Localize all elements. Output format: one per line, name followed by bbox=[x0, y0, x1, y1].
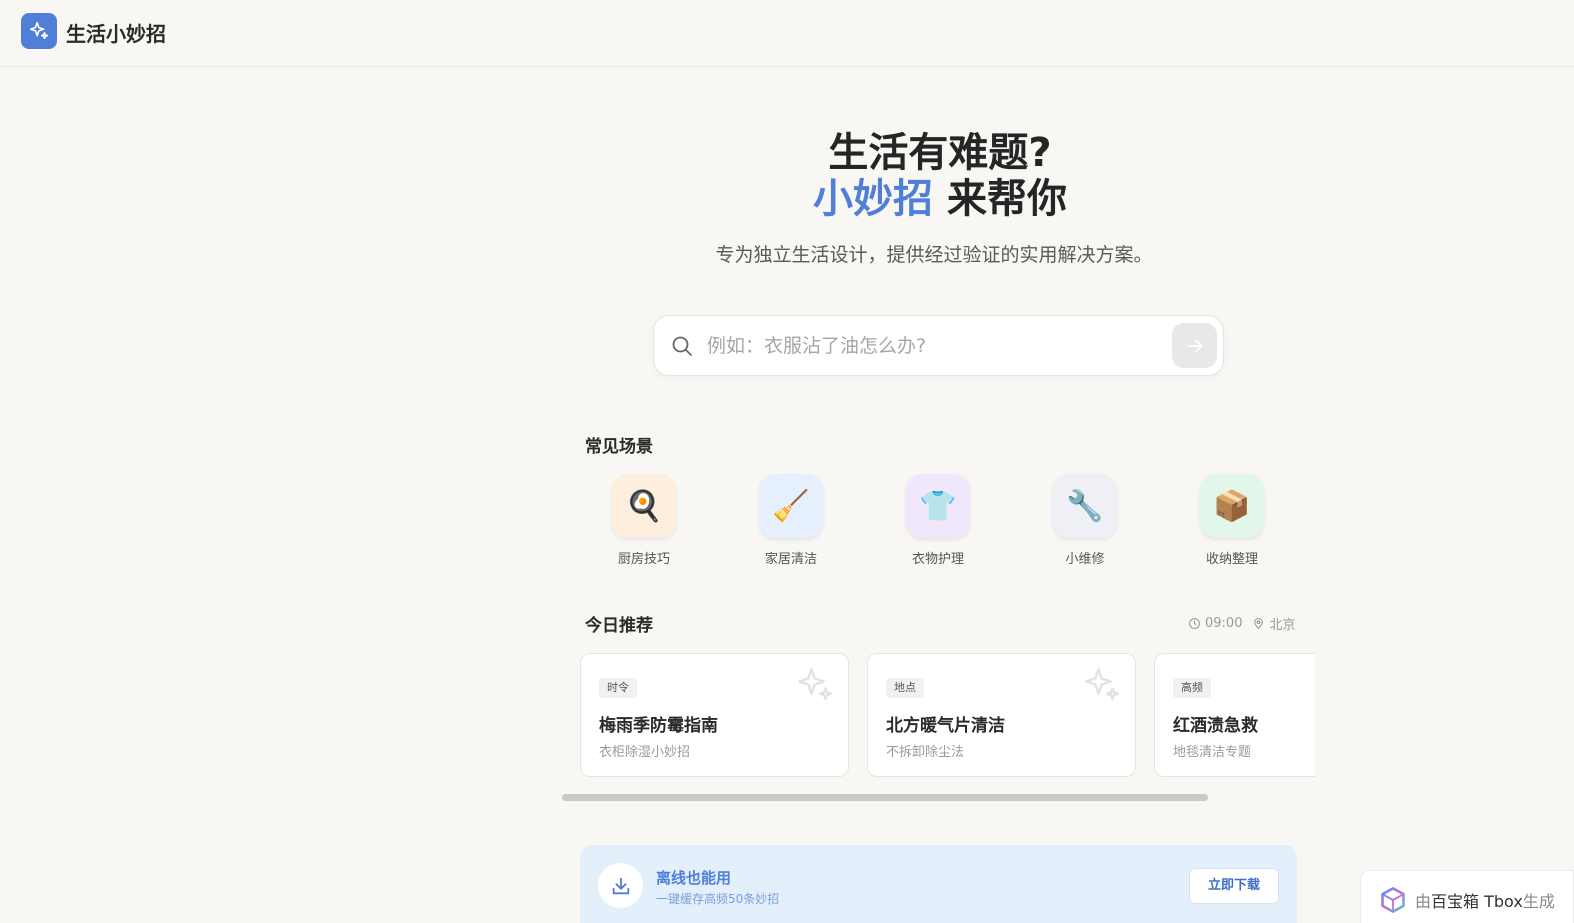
card-title: 红酒渍急救 bbox=[1173, 716, 1258, 736]
download-icon-wrap bbox=[598, 863, 643, 908]
offline-banner: 离线也能用 一键缓存高频50条妙招 立即下载 bbox=[580, 845, 1297, 923]
offline-title: 离线也能用 bbox=[656, 869, 732, 887]
kitchen-icon: 🍳 bbox=[612, 474, 676, 538]
recommend-card[interactable]: 时令 梅雨季防霉指南 衣柜除湿小妙招 bbox=[580, 653, 849, 777]
scene-label: 收纳整理 bbox=[1205, 552, 1258, 567]
scene-label: 小维修 bbox=[1065, 552, 1105, 567]
card-tag: 时令 bbox=[599, 678, 637, 698]
location-text: 北京 bbox=[1269, 618, 1296, 633]
location-pin-icon bbox=[1254, 617, 1264, 630]
recommend-card[interactable]: 地点 北方暖气片清洁 不拆卸除尘法 bbox=[867, 653, 1136, 777]
tbox-suffix: 生成 bbox=[1522, 892, 1555, 911]
recommend-carousel[interactable]: 时令 梅雨季防霉指南 衣柜除湿小妙招 地点 北方暖气片清洁 不拆卸除尘法 高频 … bbox=[580, 653, 1315, 777]
card-tag: 地点 bbox=[886, 678, 924, 698]
broom-icon: 🧹 bbox=[759, 474, 823, 538]
scene-storage[interactable]: 📦 收纳整理 bbox=[1182, 474, 1282, 567]
card-subtitle: 衣柜除湿小妙招 bbox=[599, 745, 691, 760]
offline-subtitle: 一键缓存高频50条妙招 bbox=[656, 892, 780, 906]
search-input[interactable] bbox=[707, 329, 1157, 363]
app-logo[interactable] bbox=[21, 13, 57, 49]
scene-repair[interactable]: 🔧 小维修 bbox=[1035, 474, 1135, 567]
wrench-icon: 🔧 bbox=[1053, 474, 1117, 538]
hero-subheading: 小妙招 来帮你 bbox=[0, 166, 1574, 224]
scenes-title: 常见场景 bbox=[585, 437, 653, 457]
search-box bbox=[653, 315, 1224, 376]
clock-icon bbox=[1189, 618, 1200, 629]
sparkle-icon bbox=[798, 668, 832, 701]
tbox-logo-icon bbox=[1381, 887, 1405, 913]
tbox-badge[interactable]: 由 百宝箱 Tbox 生成 bbox=[1360, 870, 1574, 923]
scene-kitchen[interactable]: 🍳 厨房技巧 bbox=[594, 474, 694, 567]
scene-label: 厨房技巧 bbox=[617, 552, 670, 567]
time-text: 09:00 bbox=[1205, 616, 1243, 631]
scene-clothing[interactable]: 👕 衣物护理 bbox=[888, 474, 988, 567]
carousel-scrollbar[interactable] bbox=[562, 794, 1208, 801]
top-header: 生活小妙招 bbox=[0, 0, 1574, 67]
app-title: 生活小妙招 bbox=[66, 22, 166, 46]
card-subtitle: 不拆卸除尘法 bbox=[886, 745, 965, 760]
hero-subtitle: 专为独立生活设计，提供经过验证的实用解决方案。 bbox=[715, 244, 1153, 266]
card-title: 梅雨季防霉指南 bbox=[599, 716, 718, 736]
card-tag: 高频 bbox=[1173, 678, 1211, 698]
box-icon: 📦 bbox=[1200, 474, 1264, 538]
shirt-icon: 👕 bbox=[906, 474, 970, 538]
arrow-right-icon bbox=[1187, 338, 1202, 353]
recommend-card[interactable]: 高频 红酒渍急救 地毯清洁专题 bbox=[1154, 653, 1315, 777]
search-submit-button[interactable] bbox=[1172, 323, 1217, 368]
download-icon bbox=[612, 877, 629, 894]
today-title: 今日推荐 bbox=[585, 616, 653, 636]
tbox-prefix: 由 bbox=[1415, 892, 1432, 911]
scene-label: 家居清洁 bbox=[764, 552, 817, 567]
scene-cleaning[interactable]: 🧹 家居清洁 bbox=[741, 474, 841, 567]
card-title: 北方暖气片清洁 bbox=[886, 716, 1005, 736]
scene-label: 衣物护理 bbox=[911, 552, 964, 567]
search-icon bbox=[672, 336, 692, 356]
card-subtitle: 地毯清洁专题 bbox=[1173, 745, 1252, 760]
sparkle-icon bbox=[1085, 668, 1119, 701]
hero-rest-text: 来帮你 bbox=[933, 176, 1067, 222]
today-meta: 09:00 北京 bbox=[1188, 614, 1295, 633]
tbox-brand: 百宝箱 Tbox bbox=[1431, 892, 1523, 911]
sparkle-icon bbox=[29, 21, 49, 40]
download-now-button[interactable]: 立即下载 bbox=[1189, 868, 1279, 904]
hero-accent-text: 小妙招 bbox=[813, 176, 934, 222]
